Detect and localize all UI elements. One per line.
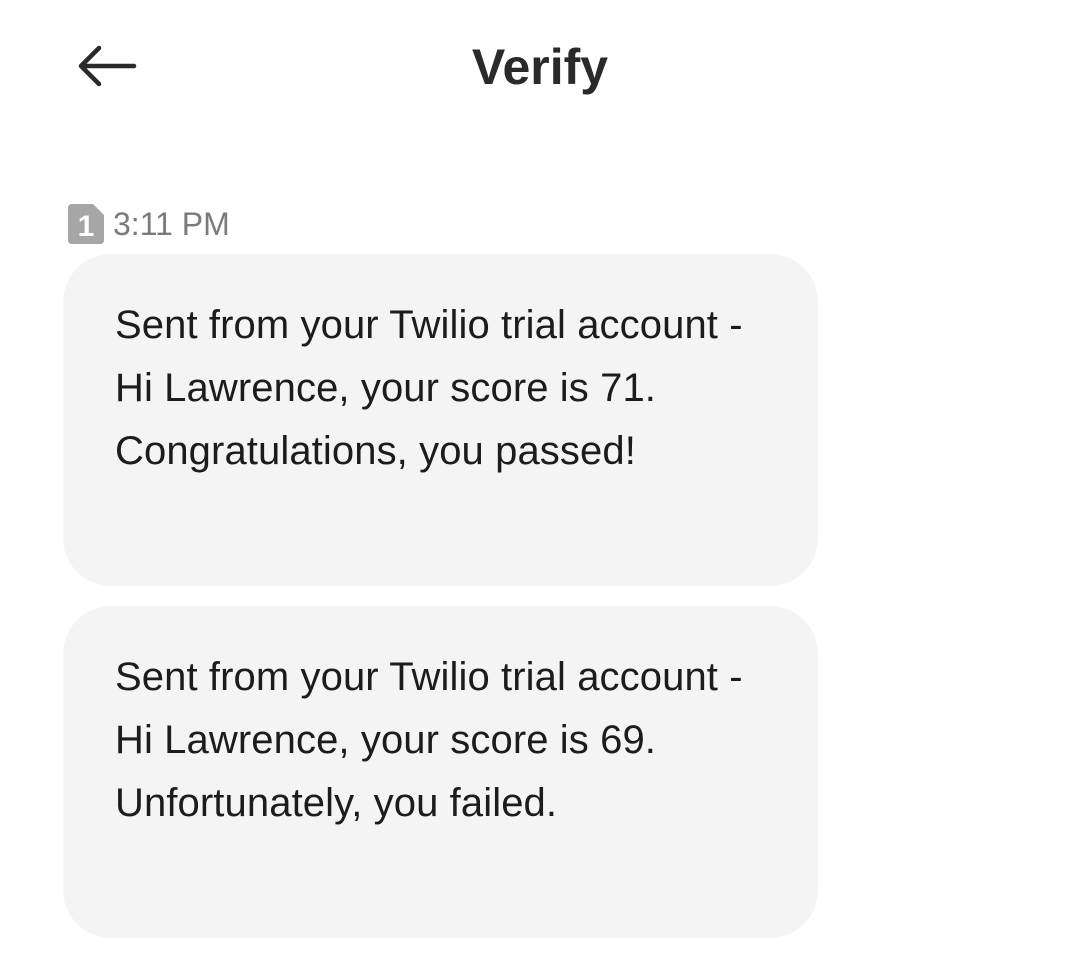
app-header: Verify bbox=[0, 0, 1080, 140]
sim-slot-number: 1 bbox=[78, 210, 95, 243]
page-title: Verify bbox=[471, 39, 609, 95]
message-meta: 1 3:11 PM bbox=[68, 204, 230, 244]
message-text: Sent from your Twilio trial account - Hi… bbox=[115, 303, 743, 473]
message-text: Sent from your Twilio trial account - Hi… bbox=[115, 655, 743, 825]
message-timestamp: 3:11 PM bbox=[113, 206, 230, 242]
message-bubble[interactable]: Sent from your Twilio trial account - Hi… bbox=[63, 606, 818, 938]
sim-card-icon: 1 bbox=[68, 204, 104, 244]
message-bubble[interactable]: Sent from your Twilio trial account - Hi… bbox=[63, 254, 818, 586]
